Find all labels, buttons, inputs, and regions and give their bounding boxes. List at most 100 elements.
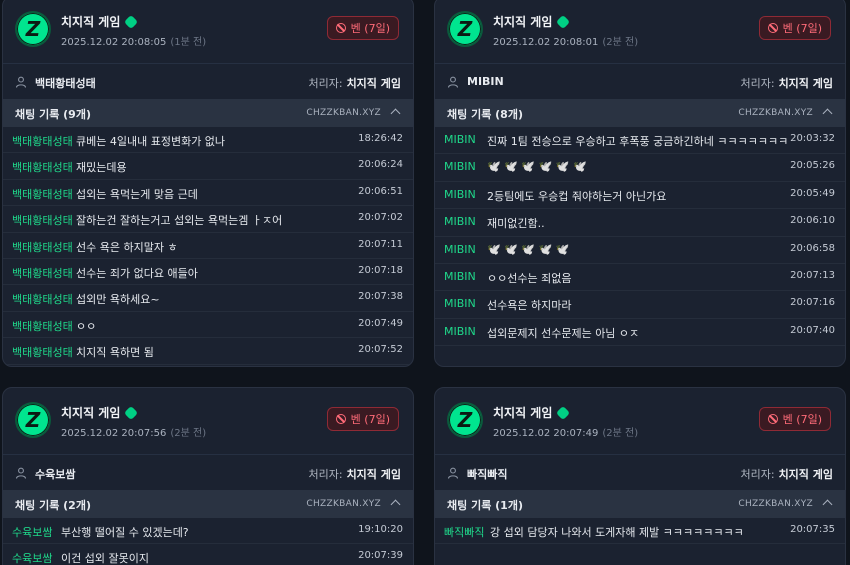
chat-nick[interactable]: 수육보쌈 [12,550,52,565]
chat-log-header[interactable]: 채팅 기록 (2개) CHZZKBAN.XYZ [3,490,413,518]
user-icon [447,467,459,479]
chevron-up-icon[interactable] [822,108,833,119]
chat-message: 백태황태성태 선수는 죄가 없다요 애들아 20:07:18 [3,259,413,286]
chat-log-header[interactable]: 채팅 기록 (1개) CHZZKBAN.XYZ [435,490,845,518]
chat-text: ㅇㅇ [76,319,97,333]
chat-log-title: 채팅 기록 (9개) [15,108,91,121]
channel-logo[interactable]: Z [447,11,483,47]
chat-nick[interactable]: 백태황태성태 [12,239,73,255]
ban-time-ago: (1분 전) [170,37,207,48]
ban-timestamp: 2025.12.02 20:08:05 [61,37,167,48]
chevron-up-icon[interactable] [390,108,401,119]
chat-nick[interactable]: 백태황태성태 [12,265,73,281]
chat-nick[interactable]: 백태황태성태 [12,212,73,228]
chat-time: 20:05:49 [790,187,835,199]
processor: 처리자: 치지직 게임 [740,466,833,482]
chat-nick[interactable]: MIBIN [444,188,476,201]
ban-time: 2025.12.02 20:08:01 (2분 전) [493,33,638,48]
channel-name[interactable]: 치지직 게임 [61,13,139,30]
chat-log: 수육보쌈 부산행 떨어질 수 있겠는데? 19:10:20 수육보쌈 이건 섭외… [3,518,413,565]
logo-letter: Z [25,408,41,432]
chat-nick[interactable]: 빠직빠직 [444,524,484,540]
site-label: CHZZKBAN.XYZ [306,108,381,118]
channel-name[interactable]: 치지직 게임 [493,13,571,30]
chevron-up-icon[interactable] [822,499,833,510]
processor: 처리자: 치지직 게임 [740,75,833,91]
card-header: Z 치지직 게임 2025.12.02 20:07:56 (2분 전) 벤 (7일… [3,388,413,454]
chat-nick[interactable]: 백태황태성태 [12,186,73,202]
banned-user-name[interactable]: 빠직빠직 [467,466,507,482]
banned-user-name[interactable]: 수육보쌈 [35,466,75,482]
ban-icon [335,414,346,424]
processor-name: 치지직 게임 [778,77,833,90]
banned-user-name[interactable]: MIBIN [467,75,504,88]
chat-nick[interactable]: MIBIN [444,133,476,146]
chat-time: 18:26:42 [358,133,403,144]
ban-label: 벤 (7일) [782,22,822,35]
chat-message: 수육보쌈 이건 섭외 잘못이지 20:07:39 [3,544,413,565]
chat-message: 빠직빠직 강 섭외 담당자 나와서 도게자해 제발 ㅋㅋㅋㅋㅋㅋㅋㅋ 20:07… [435,518,845,545]
chevron-up-icon[interactable] [390,499,401,510]
chat-log-header[interactable]: 채팅 기록 (8개) CHZZKBAN.XYZ [435,99,845,127]
channel-name[interactable]: 치지직 게임 [61,404,139,421]
ban-badge: 벤 (7일) [326,16,399,40]
chat-nick[interactable]: 수육보쌈 [12,524,52,540]
channel-logo[interactable]: Z [15,11,51,47]
chat-log-title: 채팅 기록 (2개) [15,499,91,512]
chat-time: 20:07:52 [358,344,403,356]
chat-message: MIBIN 2등팀에도 우승컵 줘야하는거 아닌가요 20:05:49 [435,182,845,210]
processor-label: 처리자: [308,77,343,90]
chat-text: 재밌는데용 [76,161,127,175]
chat-text: 선수욕은 하지마라 [487,299,572,313]
processor-name: 치지직 게임 [346,468,401,481]
chat-log-title: 채팅 기록 (8개) [447,108,523,121]
chat-time: 20:07:40 [790,324,835,336]
chat-nick[interactable]: 백태황태성태 [12,133,73,149]
logo-letter: Z [457,408,473,432]
ban-card: Z 치지직 게임 2025.12.02 20:07:49 (2분 전) 벤 (7일… [434,387,846,565]
user-row: 수육보쌈 처리자: 치지직 게임 [3,454,413,490]
chat-message: MIBIN 재미없긴함.. 20:06:10 [435,209,845,237]
chat-text: ㅇㅇ선수는 죄없음 [487,271,572,285]
chat-nick[interactable]: MIBIN [444,243,476,256]
channel-name[interactable]: 치지직 게임 [493,404,571,421]
ban-badge: 벤 (7일) [758,407,831,431]
chat-nick[interactable]: MIBIN [444,270,476,283]
processor-name: 치지직 게임 [778,468,833,481]
chat-time: 20:06:10 [790,215,835,227]
user-row: 백태황태성태 처리자: 치지직 게임 [3,63,413,99]
chat-time: 20:06:24 [358,159,403,171]
channel-name-label: 치지직 게임 [61,15,121,29]
channel-logo[interactable]: Z [447,402,483,438]
user-row: 빠직빠직 처리자: 치지직 게임 [435,454,845,490]
chat-nick[interactable]: MIBIN [444,297,476,310]
chat-nick[interactable]: 백태황태성태 [12,344,73,360]
chat-nick[interactable]: 백태황태성태 [12,318,73,334]
chat-time: 20:07:02 [358,212,403,224]
chat-text: 🕊️ 🕊️ 🕊️ 🕊️ 🕊️ [487,242,570,256]
chat-nick[interactable]: MIBIN [444,160,476,173]
processor-label: 처리자: [740,468,775,481]
channel-logo[interactable]: Z [15,402,51,438]
card-header: Z 치지직 게임 2025.12.02 20:07:49 (2분 전) 벤 (7일… [435,388,845,454]
chat-message: MIBIN 🕊️ 🕊️ 🕊️ 🕊️ 🕊️ 20:06:58 [435,237,845,264]
chat-text: 섭외는 욕먹는게 맞음 근데 [76,187,198,201]
ban-card: Z 치지직 게임 2025.12.02 20:08:05 (1분 전) 벤 (7일… [2,0,414,367]
chat-text: 선수 욕은 하지말자 ㅎ [76,240,178,254]
chat-text: 섭외만 욕하세요~ [76,293,160,307]
chat-time: 20:06:51 [358,185,403,197]
processor-label: 처리자: [740,77,775,90]
chat-log-header[interactable]: 채팅 기록 (9개) CHZZKBAN.XYZ [3,99,413,127]
chat-time: 20:07:38 [358,291,403,303]
user-row: MIBIN 처리자: 치지직 게임 [435,63,845,99]
verified-icon [556,14,571,29]
chat-nick[interactable]: MIBIN [444,215,476,228]
chat-time: 20:03:32 [790,133,835,144]
chat-message: 백태황태성태 선수 욕은 하지말자 ㅎ 20:07:11 [3,233,413,259]
chat-nick[interactable]: MIBIN [444,325,476,338]
chat-text: 잘하는건 잘하는거고 섭외는 욕먹는겜 ㅏㅈ어 [76,214,283,228]
banned-user-name[interactable]: 백태황태성태 [35,75,96,91]
chat-nick[interactable]: 백태황태성태 [12,159,73,175]
chat-nick[interactable]: 백태황태성태 [12,291,73,307]
chat-message: MIBIN 진짜 1팀 전승으로 우승하고 후폭풍 궁금하긴하네 ㅋㅋㅋㅋㅋㅋㅋ… [435,127,845,155]
